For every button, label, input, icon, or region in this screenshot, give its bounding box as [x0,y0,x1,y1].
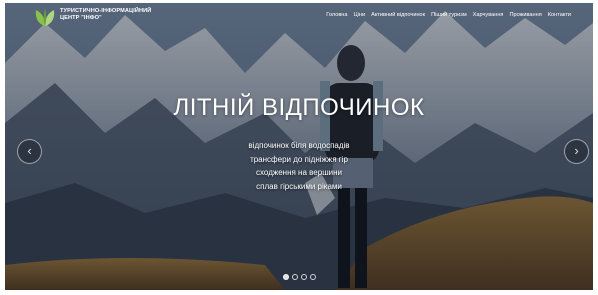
brand-line-2: ЦЕНТР "ІНФО" [60,15,102,21]
nav-prices[interactable]: Ціни [354,12,366,19]
carousel-dot-1[interactable] [282,274,289,280]
hero-line: сплав гірськими ріками [256,181,342,191]
main-nav: Головна Ціни Активний відпочинок Піший т… [326,12,571,19]
carousel-indicators [5,274,593,280]
brand-name[interactable]: ТУРИСТИЧНО-ІНФОРМАЦІЙНИЙ ЦЕНТР "ІНФО" [60,8,151,22]
nav-accommodation[interactable]: Проживання [509,12,541,19]
nav-food[interactable]: Харчування [473,12,504,19]
hero-banner: ТУРИСТИЧНО-ІНФОРМАЦІЙНИЙ ЦЕНТР "ІНФО" Го… [5,3,593,290]
site-header: ТУРИСТИЧНО-ІНФОРМАЦІЙНИЙ ЦЕНТР "ІНФО" Го… [5,3,593,33]
nav-active-rest[interactable]: Активний відпочинок [371,12,425,19]
brand-line-1: ТУРИСТИЧНО-ІНФОРМАЦІЙНИЙ [60,8,152,14]
chevron-left-icon: ‹ [27,143,32,158]
nav-contacts[interactable]: Контакти [548,12,571,19]
carousel-next-button[interactable]: › [564,139,589,164]
chevron-right-icon: › [574,143,579,158]
hero-line: трансфери до підніжжя гір [250,154,348,164]
nav-hiking[interactable]: Піший туризм [431,12,467,19]
hero-subtitle: відпочинок біля водоспадів трансфери до … [5,139,593,193]
carousel-dot-2[interactable] [291,274,298,280]
hero-line: відпочинок біля водоспадів [248,141,350,150]
carousel-dot-3[interactable] [300,274,307,280]
carousel-dot-4[interactable] [309,274,316,280]
nav-home[interactable]: Головна [326,12,347,19]
leaves-logo-icon[interactable] [32,7,58,27]
hero-title: ЛІТНІЙ ВІДПОЧИНОК [173,94,425,121]
hero-line: сходження на вершини [256,168,342,177]
carousel-prev-button[interactable]: ‹ [17,139,42,164]
